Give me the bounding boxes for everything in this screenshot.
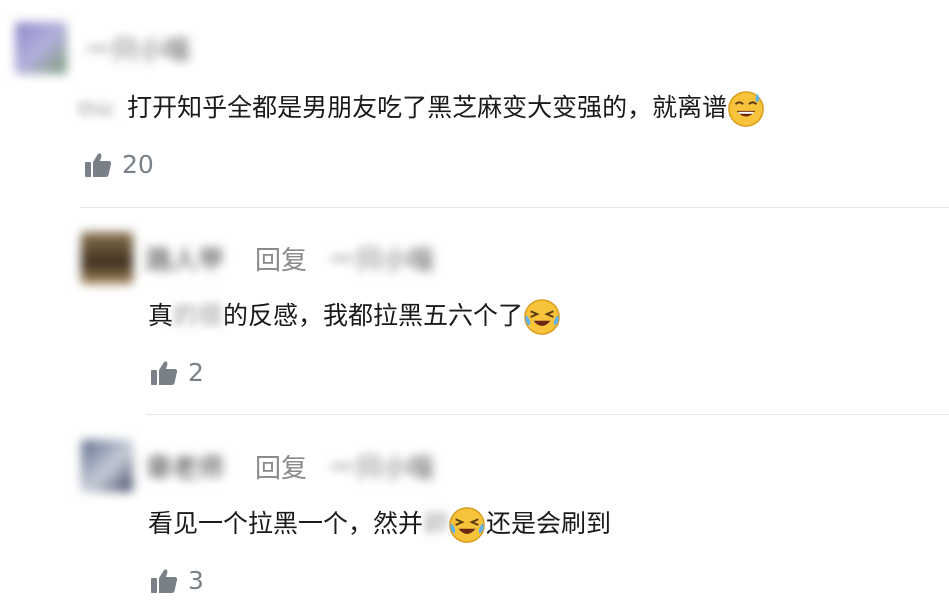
- blurred-text: 卵: [423, 509, 449, 538]
- reply-to-name[interactable]: 一只小喵: [330, 448, 434, 485]
- like-button[interactable]: 20: [84, 150, 154, 179]
- laughing-crying-emoji: [524, 299, 560, 335]
- divider: [80, 207, 949, 208]
- comment-content: thic 打开知乎全都是男朋友吃了黑芝麻变大变强的，就离谱: [78, 88, 765, 128]
- laughing-crying-emoji: [449, 507, 485, 543]
- reply-text-b: 还是会刷到: [486, 509, 612, 538]
- reply-to-name[interactable]: 一只小喵: [330, 240, 434, 277]
- commenter-name[interactable]: 一只小喵: [86, 30, 190, 67]
- replier-name[interactable]: 章老师: [146, 448, 224, 485]
- replier-name[interactable]: 路人甲: [146, 240, 224, 277]
- reply-label: 回复: [255, 454, 308, 484]
- comment-text: 打开知乎全都是男朋友吃了黑芝麻变大变强的，就离谱: [127, 93, 728, 122]
- thumbs-up-icon: [85, 152, 112, 177]
- reply-content: 真的很的反感，我都拉黑五六个了: [148, 296, 561, 336]
- avatar[interactable]: [81, 232, 133, 284]
- sweat-smile-emoji: [728, 91, 764, 127]
- blurred-text: 的很: [173, 301, 224, 330]
- like-count: 2: [188, 358, 204, 387]
- like-button[interactable]: 2: [150, 358, 204, 387]
- reply-content: 看见一个拉黑一个，然并卵 还是会刷到: [148, 504, 611, 544]
- blurred-text: thic: [78, 97, 116, 121]
- avatar[interactable]: [81, 440, 133, 492]
- reply-text-a: 看见一个拉黑一个，然并: [148, 509, 424, 538]
- reply-label: 回复: [255, 246, 308, 276]
- reply-text-b: 的反感，我都拉黑五六个了: [223, 301, 524, 330]
- divider: [146, 414, 949, 415]
- avatar[interactable]: [15, 22, 67, 74]
- like-count: 3: [188, 566, 204, 595]
- like-count: 20: [122, 150, 154, 179]
- thumbs-up-icon: [151, 360, 178, 385]
- thumbs-up-icon: [151, 568, 178, 593]
- reply-text-a: 真: [148, 301, 174, 330]
- like-button[interactable]: 3: [150, 566, 204, 595]
